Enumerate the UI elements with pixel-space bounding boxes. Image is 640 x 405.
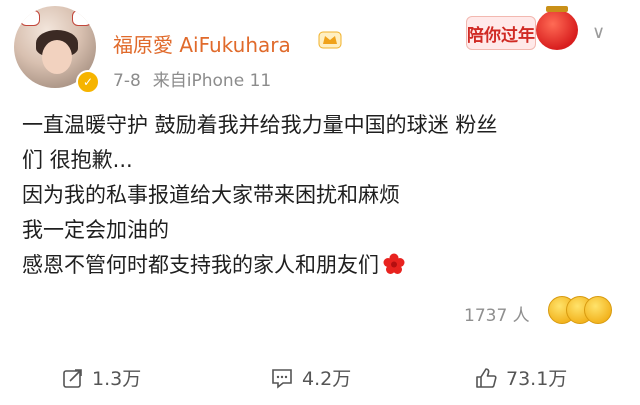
- post-date: 7-8: [113, 71, 141, 91]
- like-button[interactable]: 73.1万: [474, 364, 567, 391]
- repost-count: 1.3万: [92, 368, 142, 390]
- like-icon: [476, 367, 497, 388]
- share-icon: [63, 368, 82, 388]
- ox-decoration-icon: [20, 10, 40, 26]
- post-meta: 7-8 来自iPhone 11: [113, 66, 283, 91]
- comment-button[interactable]: 4.2万: [270, 364, 351, 391]
- comment-count: 4.2万: [302, 368, 352, 390]
- username[interactable]: 福原愛 AiFukuhara: [113, 29, 291, 58]
- post-source: 来自iPhone 11: [152, 71, 272, 91]
- post-line-last: 感恩不管何时都支持我的家人和朋友们: [22, 248, 622, 283]
- ox-decoration-icon: [72, 10, 92, 26]
- action-bar: 1.3万 4.2万 73.1万: [0, 352, 640, 402]
- like-count: 73.1万: [506, 368, 568, 390]
- post-line: 因为我的私事报道给大家带来困扰和麻烦: [22, 183, 400, 207]
- post-line: 感恩不管何时都支持我的家人和朋友们: [22, 253, 379, 277]
- new-year-badge[interactable]: 陪你过年: [466, 16, 536, 50]
- avatar-face: [42, 40, 72, 74]
- post-line: 一直温暖守护 鼓励着我并给我力量中国的球迷 粉丝: [22, 113, 498, 137]
- post-line: 们 很抱歉...: [22, 148, 133, 172]
- comment-icon: [272, 368, 292, 389]
- chevron-down-icon[interactable]: ∨: [592, 22, 605, 43]
- repost-button[interactable]: 1.3万: [62, 364, 141, 391]
- verified-icon: ✓: [76, 70, 100, 94]
- post-line: 我一定会加油的: [22, 218, 169, 242]
- reaction-count[interactable]: 1737 人: [464, 301, 530, 326]
- wow-emoji-icon: [584, 296, 612, 324]
- lantern-icon: [536, 6, 578, 50]
- post-text: 一直温暖守护 鼓励着我并给我力量中国的球迷 粉丝 们 很抱歉... 因为我的私事…: [22, 108, 622, 283]
- vip-crown-icon: [318, 31, 342, 49]
- red-flower-icon: [383, 253, 405, 274]
